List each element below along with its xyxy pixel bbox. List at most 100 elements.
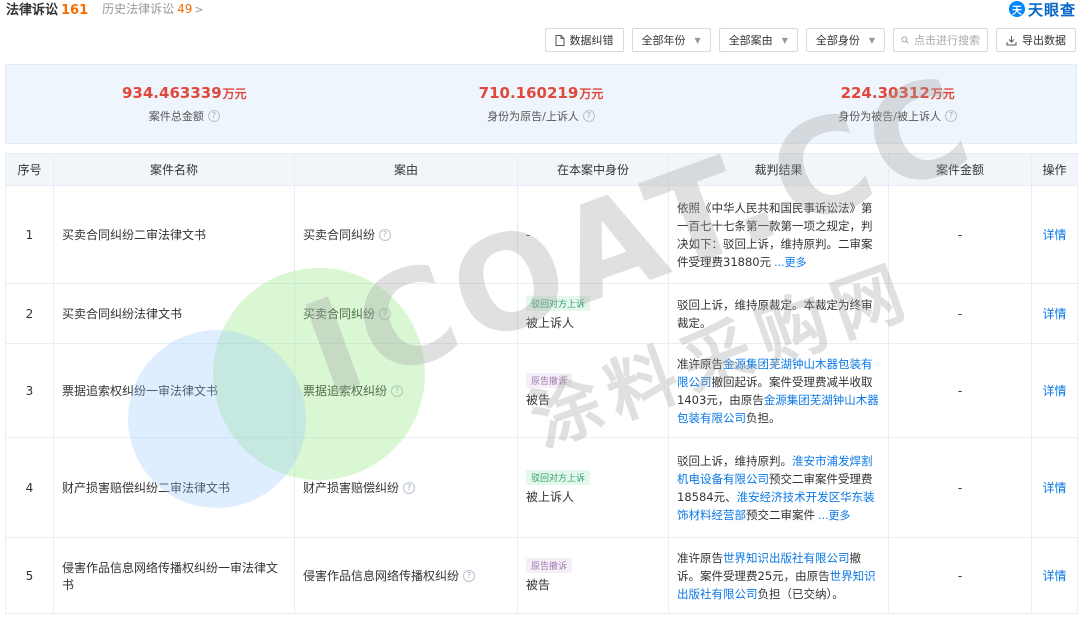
role-text: 被告 xyxy=(526,393,551,407)
role-tag: 驳回对方上诉 xyxy=(526,296,591,311)
summary-defendant-label-text: 身份为被告/被上诉人 xyxy=(838,110,942,123)
detail-link[interactable]: 详情 xyxy=(1042,307,1066,321)
cell-amount: - xyxy=(888,537,1032,614)
help-icon[interactable]: ? xyxy=(463,569,476,582)
data-correction-label: 数据纠错 xyxy=(569,34,614,47)
export-data-label: 导出数据 xyxy=(1022,34,1066,47)
help-icon[interactable]: ? xyxy=(945,110,958,122)
cell-case-name[interactable]: 财产损害赔偿纠纷二审法律文书 xyxy=(53,437,295,538)
cause-wrapper: 买卖合同纠纷? xyxy=(303,226,509,243)
cause-wrapper: 财产损害赔偿纠纷? xyxy=(303,479,509,496)
cell-action: 详情 xyxy=(1031,537,1078,614)
search-input[interactable]: 点击进行搜索 xyxy=(893,28,988,52)
role-text: 被告 xyxy=(526,578,551,592)
year-filter-dropdown[interactable]: 全部年份 ▼ xyxy=(631,28,711,52)
summary-defendant: 224.30312万元 身份为被告/被上诉人? xyxy=(719,65,1076,143)
summary-total-value: 934.463339万元 xyxy=(122,84,247,102)
summary-total-number: 934.463339 xyxy=(122,84,222,102)
cell-index: 5 xyxy=(5,537,54,614)
summary-plaintiff-label: 身份为原告/上诉人? xyxy=(487,108,595,124)
header-case-name: 案件名称 xyxy=(53,153,295,186)
header-amount: 案件金额 xyxy=(888,153,1032,186)
summary-plaintiff-unit: 万元 xyxy=(579,87,604,101)
cell-index: 4 xyxy=(5,437,54,538)
table-body: 1 买卖合同纠纷二审法律文书 买卖合同纠纷? - 依照《中华人民共和国民事诉讼法》第一百… xyxy=(5,185,1078,614)
result-text: 驳回上诉，维持原裁定。本裁定为终审裁定。 xyxy=(677,296,880,332)
tab-history-litigation-count: 49 xyxy=(177,1,193,16)
cause-filter-label: 全部案由 xyxy=(728,34,773,47)
cause-wrapper: 票据追索权纠纷? xyxy=(303,382,509,399)
cell-cause: 票据追索权纠纷? xyxy=(294,343,518,438)
cell-role: 驳回对方上诉 被上诉人 xyxy=(517,437,669,538)
data-correction-button[interactable]: 数据纠错 xyxy=(544,28,624,52)
cause-text: 买卖合同纠纷 xyxy=(303,307,376,321)
header-action: 操作 xyxy=(1031,153,1078,186)
cell-amount: - xyxy=(888,283,1032,344)
detail-link[interactable]: 详情 xyxy=(1042,481,1066,495)
table-row: 2 买卖合同纠纷法律文书 买卖合同纠纷? 驳回对方上诉 被上诉人 驳回上诉，维持原裁定。本… xyxy=(5,283,1078,344)
result-segment: 准许原告 xyxy=(677,356,723,371)
tab-history-litigation[interactable]: 历史法律诉讼 49 > xyxy=(102,0,204,17)
cell-result: 驳回上诉，维持原判。淮安市浦发焊割机电设备有限公司预交二审案件受理费18584元… xyxy=(668,437,889,538)
export-data-button[interactable]: 导出数据 xyxy=(996,28,1076,52)
help-icon[interactable]: ? xyxy=(582,110,595,122)
search-placeholder: 点击进行搜索 xyxy=(914,34,980,47)
help-icon[interactable]: ? xyxy=(391,384,404,397)
result-segment: 负担。 xyxy=(746,410,781,425)
cell-case-name[interactable]: 买卖合同纠纷二审法律文书 xyxy=(53,185,295,284)
cell-action: 详情 xyxy=(1031,343,1078,438)
result-segment: 驳回上诉，维持原判。 xyxy=(677,453,792,468)
detail-link[interactable]: 详情 xyxy=(1042,228,1066,242)
export-icon xyxy=(1006,35,1017,45)
cell-cause: 侵害作品信息网络传播权纠纷? xyxy=(294,537,518,614)
summary-defendant-value: 224.30312万元 xyxy=(841,84,955,102)
search-icon xyxy=(901,36,909,44)
cell-result: 准许原告金源集团芜湖钟山木器包装有限公司撤回起诉。案件受理费减半收取1403元，… xyxy=(668,343,889,438)
table-row: 4 财产损害赔偿纠纷二审法律文书 财产损害赔偿纠纷? 驳回对方上诉 被上诉人 驳回上诉，维… xyxy=(5,437,1078,538)
cause-filter-dropdown[interactable]: 全部案由 ▼ xyxy=(718,28,798,52)
result-segment: 负担（已交纳）。 xyxy=(757,586,844,601)
cell-action: 详情 xyxy=(1031,437,1078,538)
tab-legal-litigation-count: 161 xyxy=(61,2,89,18)
detail-link[interactable]: 详情 xyxy=(1042,569,1066,583)
cell-amount: - xyxy=(888,343,1032,438)
cell-case-name[interactable]: 买卖合同纠纷法律文书 xyxy=(53,283,295,344)
more-link[interactable]: ...更多 xyxy=(815,508,851,522)
result-text: 准许原告金源集团芜湖钟山木器包装有限公司撤回起诉。案件受理费减半收取1403元，… xyxy=(677,355,880,427)
cell-result: 依照《中华人民共和国民事诉讼法》第一百七十七条第一款第一项之规定，判决如下：驳回… xyxy=(668,185,889,284)
cell-result: 准许原告世界知识出版社有限公司撤诉。案件受理费25元，由原告世界知识出版社有限公… xyxy=(668,537,889,614)
filter-toolbar: 数据纠错 全部年份 ▼ 全部案由 ▼ 全部身份 ▼ 点击进行搜索 导出数据 xyxy=(544,28,1076,52)
help-icon[interactable]: ? xyxy=(207,110,220,122)
help-icon[interactable]: ? xyxy=(403,481,416,494)
cause-wrapper: 侵害作品信息网络传播权纠纷? xyxy=(303,567,509,584)
detail-link[interactable]: 详情 xyxy=(1042,384,1066,398)
help-icon[interactable]: ? xyxy=(379,307,392,320)
company-link[interactable]: 世界知识出版社有限公司 xyxy=(723,551,850,565)
cell-index: 3 xyxy=(5,343,54,438)
tab-legal-litigation-label: 法律诉讼 xyxy=(6,2,59,18)
cause-wrapper: 买卖合同纠纷? xyxy=(303,305,509,322)
summary-plaintiff-label-text: 身份为原告/上诉人 xyxy=(487,110,579,123)
role-text: 被上诉人 xyxy=(526,316,575,330)
summary-total: 934.463339万元 案件总金额? xyxy=(6,65,363,143)
cell-role: - xyxy=(517,185,669,284)
cell-result: 驳回上诉，维持原裁定。本裁定为终审裁定。 xyxy=(668,283,889,344)
more-link[interactable]: ...更多 xyxy=(771,255,807,269)
cell-case-name[interactable]: 侵害作品信息网络传播权纠纷一审法律文书 xyxy=(53,537,295,614)
result-text: 准许原告世界知识出版社有限公司撤诉。案件受理费25元，由原告世界知识出版社有限公… xyxy=(677,549,880,603)
tab-legal-litigation[interactable]: 法律诉讼 161 xyxy=(6,0,88,18)
header-index: 序号 xyxy=(5,153,54,186)
summary-plaintiff-value: 710.160219万元 xyxy=(479,84,604,102)
role-text: 被上诉人 xyxy=(526,490,575,504)
cause-text: 票据追索权纠纷 xyxy=(303,384,388,398)
table-row: 1 买卖合同纠纷二审法律文书 买卖合同纠纷? - 依照《中华人民共和国民事诉讼法》第一百… xyxy=(5,185,1078,284)
cell-cause: 财产损害赔偿纠纷? xyxy=(294,437,518,538)
caret-down-icon: ▼ xyxy=(868,35,875,45)
cell-role: 原告撤诉 被告 xyxy=(517,343,669,438)
role-filter-dropdown[interactable]: 全部身份 ▼ xyxy=(805,28,885,52)
cell-case-name[interactable]: 票据追索权纠纷一审法律文书 xyxy=(53,343,295,438)
summary-total-unit: 万元 xyxy=(222,87,247,101)
logo-text: 天眼查 xyxy=(1027,0,1076,19)
help-icon[interactable]: ? xyxy=(379,228,392,241)
role-text: - xyxy=(526,227,531,242)
